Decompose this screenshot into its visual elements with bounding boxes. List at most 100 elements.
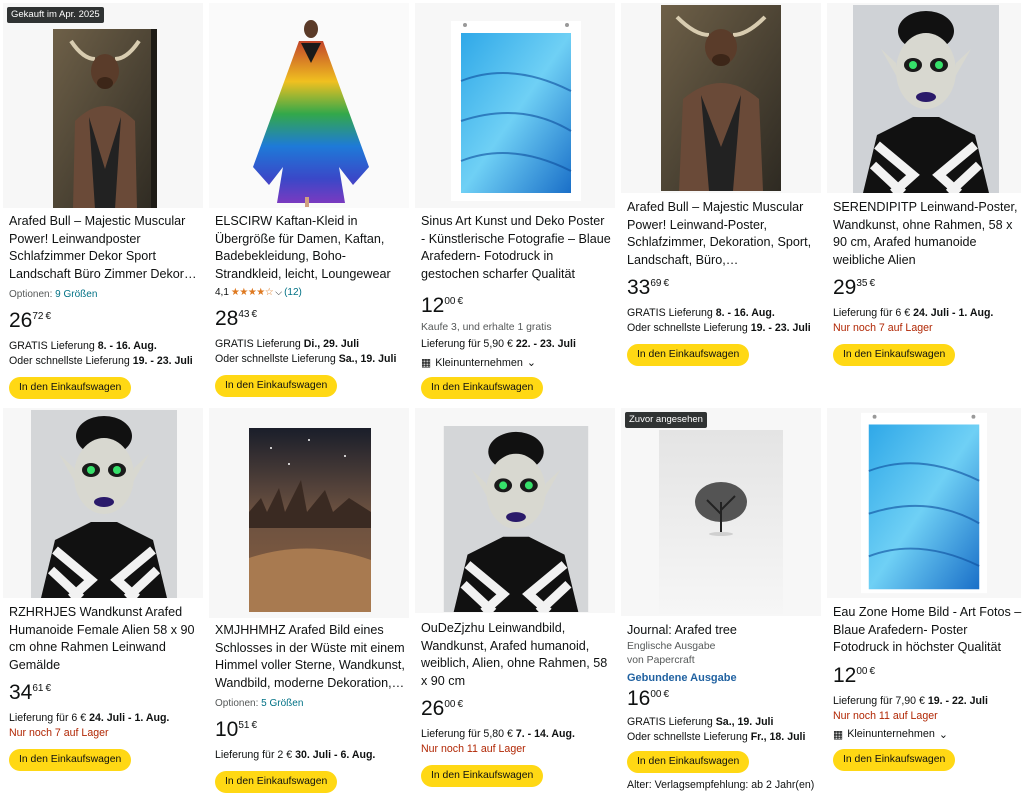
- add-to-cart-button[interactable]: In den Einkaufswagen: [9, 377, 132, 399]
- small-business-badge[interactable]: ▦ Kleinunternehmen ⌄: [421, 356, 611, 370]
- price-currency: €: [251, 720, 258, 731]
- delivery-info: GRATIS Lieferung Sa., 19. Juli Oder schn…: [627, 715, 817, 745]
- alien-woman-poster-image: [31, 410, 177, 598]
- price-whole: 26: [421, 697, 445, 720]
- price: 16 00 €: [627, 688, 817, 709]
- rating-value: 4,1: [215, 287, 229, 298]
- blue-feathers-poster-image: [861, 412, 987, 594]
- product-card[interactable]: Gekauft im Apr. 2025 Arafed Bull – Majes…: [3, 3, 203, 403]
- product-title[interactable]: Arafed Bull – Majestic Muscular Power! L…: [9, 213, 199, 283]
- viewed-badge: Zuvor angesehen: [625, 412, 707, 428]
- delivery-info: Lieferung für 5,80 € 7. - 14. Aug.: [421, 727, 611, 742]
- delivery-date: 8. - 16. Aug.: [715, 307, 775, 319]
- product-image[interactable]: [827, 408, 1021, 598]
- fast-delivery-prefix: Oder schnellste Lieferung: [215, 353, 336, 365]
- price: 26 72 €: [9, 310, 199, 331]
- delivery-prefix: Lieferung für 6 €: [833, 307, 911, 319]
- chevron-down-icon[interactable]: ⌵: [275, 287, 282, 298]
- product-card[interactable]: OuDeZjzhu Leinwandbild, Wandkunst, Arafe…: [415, 408, 615, 794]
- review-count[interactable]: (12): [284, 287, 302, 298]
- chevron-down-icon[interactable]: ⌄: [939, 728, 948, 741]
- product-title[interactable]: Eau Zone Home Bild - Art Fotos – Blaue A…: [833, 604, 1023, 657]
- add-to-cart-button[interactable]: In den Einkaufswagen: [627, 344, 750, 366]
- delivery-date: 22. - 23. Juli: [515, 338, 576, 350]
- delivery-prefix: Lieferung für 6 €: [9, 712, 87, 724]
- small-business-label: Kleinunternehmen: [435, 356, 523, 369]
- price-fraction: 69: [650, 278, 662, 289]
- add-to-cart-button[interactable]: In den Einkaufswagen: [627, 750, 750, 773]
- fast-delivery-date: 19. - 23. Juli: [750, 322, 811, 334]
- product-card[interactable]: Zuvor angesehen Journal: Arafed tree Eng…: [621, 408, 821, 794]
- add-to-cart-button[interactable]: In den Einkaufswagen: [833, 748, 956, 771]
- add-to-cart-button[interactable]: In den Einkaufswagen: [833, 344, 956, 366]
- product-image[interactable]: [415, 3, 615, 208]
- product-card[interactable]: XMJHHMHZ Arafed Bild eines Schlosses in …: [209, 408, 409, 794]
- product-title[interactable]: Journal: Arafed tree: [627, 622, 817, 640]
- product-image[interactable]: [209, 3, 409, 208]
- star-rating-icon[interactable]: ★★★★☆: [231, 287, 274, 298]
- product-card[interactable]: Eau Zone Home Bild - Art Fotos – Blaue A…: [827, 408, 1021, 794]
- options-link[interactable]: 9 Größen: [55, 289, 97, 300]
- stock-warning: Nur noch 11 auf Lager: [833, 709, 938, 722]
- delivery-prefix: GRATIS Lieferung: [9, 340, 95, 352]
- price-whole: 12: [421, 294, 445, 317]
- delivery-info: Lieferung für 5,90 € 22. - 23. Juli: [421, 337, 611, 352]
- price: 28 43 €: [215, 308, 405, 329]
- price-whole: 29: [833, 276, 857, 299]
- blue-feathers-poster-image: [451, 21, 581, 201]
- delivery-date: 19. - 22. Juli: [927, 694, 988, 707]
- delivery-date: 30. Juli - 6. Aug.: [295, 749, 376, 761]
- add-to-cart-button[interactable]: In den Einkaufswagen: [9, 749, 132, 771]
- delivery-date: 24. Juli - 1. Aug.: [913, 307, 994, 319]
- add-to-cart-button[interactable]: In den Einkaufswagen: [215, 771, 338, 793]
- product-image[interactable]: Gekauft im Apr. 2025: [3, 3, 203, 208]
- product-title[interactable]: OuDeZjzhu Leinwandbild, Wandkunst, Arafe…: [421, 620, 611, 690]
- add-to-cart-button[interactable]: In den Einkaufswagen: [421, 377, 544, 399]
- product-card[interactable]: Sinus Art Kunst und Deko Poster - Künstl…: [415, 3, 615, 403]
- options-link[interactable]: 5 Größen: [261, 698, 303, 709]
- product-title[interactable]: RZHRHJES Wandkunst Arafed Humanoide Fema…: [9, 604, 199, 674]
- chevron-down-icon[interactable]: ⌄: [527, 356, 536, 369]
- small-business-badge[interactable]: ▦ Kleinunternehmen ⌄: [833, 728, 1023, 741]
- product-card[interactable]: Arafed Bull – Majestic Muscular Power! L…: [621, 3, 821, 403]
- small-business-label: Kleinunternehmen: [847, 728, 935, 740]
- bull-poster-image: [661, 5, 781, 191]
- product-card[interactable]: SERENDIPITP Leinwand-Poster, Wandkunst, …: [827, 3, 1021, 403]
- product-title[interactable]: XMJHHMHZ Arafed Bild eines Schlosses in …: [215, 622, 405, 692]
- price: 33 69 €: [627, 277, 817, 298]
- options-label: Optionen:: [215, 698, 259, 709]
- price: 26 00 €: [421, 698, 611, 719]
- promotion-text: Kaufe 3, und erhalte 1 gratis: [421, 322, 552, 333]
- product-title[interactable]: Arafed Bull – Majestic Muscular Power! L…: [627, 199, 817, 269]
- delivery-info: GRATIS Lieferung 8. - 16. Aug. Oder schn…: [9, 339, 199, 369]
- product-title[interactable]: SERENDIPITP Leinwand-Poster, Wandkunst, …: [833, 199, 1023, 269]
- add-to-cart-button[interactable]: In den Einkaufswagen: [215, 375, 338, 397]
- product-image[interactable]: [827, 3, 1021, 193]
- delivery-date: Di., 29. Juli: [303, 338, 360, 350]
- options: Optionen: 5 Größen: [215, 698, 405, 709]
- product-image[interactable]: Zuvor angesehen: [621, 408, 821, 616]
- product-image[interactable]: [621, 3, 821, 193]
- stock-warning: Nur noch 11 auf Lager: [421, 743, 526, 755]
- product-title[interactable]: ELSCIRW Kaftan-Kleid in Übergröße für Da…: [215, 213, 405, 283]
- delivery-date: 7. - 14. Aug.: [515, 728, 575, 740]
- binding-link[interactable]: Gebundene Ausgabe: [627, 672, 817, 684]
- rating[interactable]: 4,1 ★★★★☆ ⌵ (12): [215, 287, 405, 298]
- delivery-prefix: GRATIS Lieferung: [627, 715, 713, 728]
- add-to-cart-button[interactable]: In den Einkaufswagen: [421, 765, 544, 787]
- price-whole: 33: [627, 276, 651, 299]
- product-image[interactable]: [415, 408, 615, 613]
- product-card[interactable]: RZHRHJES Wandkunst Arafed Humanoide Fema…: [3, 408, 203, 794]
- product-card[interactable]: ELSCIRW Kaftan-Kleid in Übergröße für Da…: [209, 3, 409, 403]
- alien-woman-poster-image: [443, 426, 589, 612]
- price-fraction: 51: [238, 720, 250, 731]
- price-fraction: 00: [856, 665, 868, 677]
- product-image[interactable]: [209, 408, 409, 618]
- kaftan-dress-image: [253, 20, 369, 207]
- price-fraction: 35: [856, 278, 868, 289]
- price-fraction: 72: [32, 311, 44, 322]
- alien-woman-poster-image: [853, 5, 999, 193]
- price: 34 61 €: [9, 682, 199, 703]
- product-title[interactable]: Sinus Art Kunst und Deko Poster - Künstl…: [421, 213, 611, 283]
- product-image[interactable]: [3, 408, 203, 598]
